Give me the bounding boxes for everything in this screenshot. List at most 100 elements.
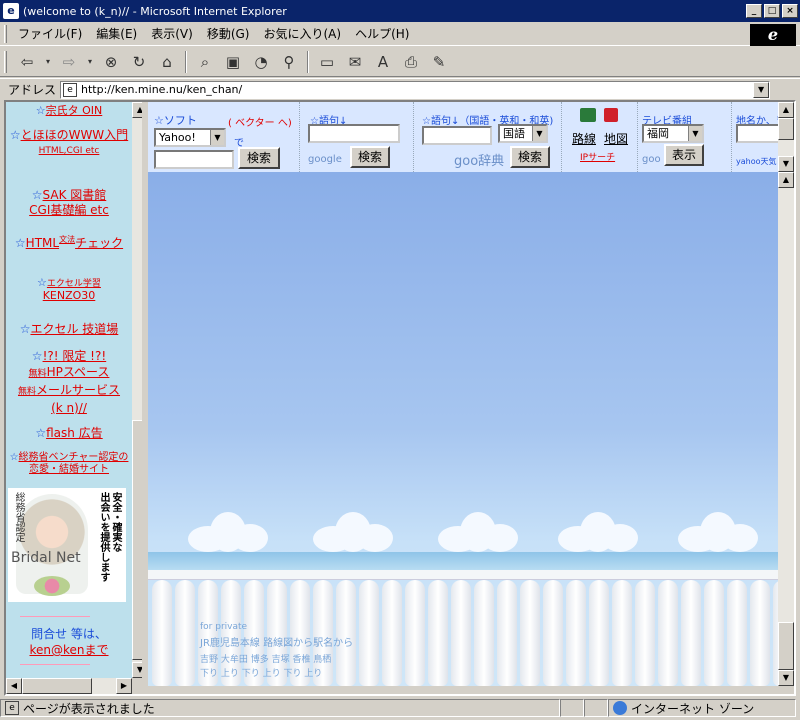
sidebar-item[interactable]: ☆とほほのWWW入門 HTML,CGI etc (6, 128, 132, 158)
sidebar-item[interactable]: ☆flash 広告 (6, 424, 132, 441)
sidebar-link[interactable]: !?! 限定 !?! (43, 349, 107, 363)
soft-search-button[interactable]: 検索 (238, 147, 280, 169)
forward-dropdown-icon[interactable]: ▾ (85, 50, 95, 74)
search-bar-frame: ☆ソフト ( ベクター へ) Yahoo! ▼ で 検索 ☆語句↓ google … (148, 102, 778, 172)
minimize-button[interactable]: _ (746, 4, 762, 18)
left-frame-hscrollbar[interactable]: ◀ ▶ (6, 678, 132, 694)
menu-view[interactable]: 表示(V) (144, 25, 200, 42)
sidebar-item[interactable]: ☆エクセル学習 KENZO30 (6, 277, 132, 302)
sidebar-sublink[interactable]: HTML,CGI etc (39, 146, 100, 156)
scroll-track[interactable] (92, 678, 116, 694)
main-frame-vscrollbar[interactable]: ▲ ▼ (778, 172, 794, 686)
map-link[interactable]: 地図 (604, 130, 628, 147)
google-search-input[interactable] (308, 124, 400, 143)
sidebar-link[interactable]: 恋愛・結婚サイト (29, 464, 109, 475)
address-url[interactable]: http://ken.mine.nu/ken_chan/ (81, 83, 242, 96)
menu-go[interactable]: 移動(G) (200, 25, 257, 42)
sidebar-link[interactable]: SAK 図書館 (43, 188, 107, 202)
footer-link[interactable]: JR鹿児島本線 路線図から駅名から (200, 634, 353, 649)
edit-icon[interactable]: ✎ (427, 50, 451, 74)
menu-help[interactable]: ヘルプ(H) (348, 25, 416, 42)
footer-stations[interactable]: 吉野 大牟田 博多 吉塚 香椎 鳥栖 (200, 652, 331, 665)
refresh-icon[interactable]: ↻ (127, 50, 151, 74)
dropdown-arrow-icon[interactable]: ▼ (532, 126, 546, 141)
sidebar-item[interactable]: ☆SAK 図書館 CGI基礎編 etc (6, 188, 132, 218)
google-search-button[interactable]: 検索 (350, 146, 390, 168)
sidebar-link[interactable]: チェック (75, 236, 123, 250)
sidebar-link[interactable]: KENZO30 (43, 289, 96, 302)
back-icon[interactable]: ⇦ (15, 50, 39, 74)
train-icon[interactable] (580, 108, 596, 122)
close-button[interactable]: × (782, 4, 798, 18)
baluster (589, 580, 609, 686)
sidebar-link[interactable]: とほほのWWW入門 (21, 128, 129, 142)
sidebar-link[interactable]: 宗氏タ OIN (46, 104, 103, 117)
fullscreen-icon[interactable]: ▭ (315, 50, 339, 74)
home-icon[interactable]: ⌂ (155, 50, 179, 74)
scroll-thumb[interactable] (778, 118, 794, 140)
sidebar-item[interactable]: ☆エクセル 技道場 (6, 320, 132, 337)
sidebar-small[interactable]: エクセル学習 (47, 279, 101, 289)
dropdown-arrow-icon[interactable]: ▼ (210, 130, 224, 145)
baluster (704, 580, 724, 686)
fonts-icon[interactable]: A (371, 50, 395, 74)
menu-edit[interactable]: 編集(E) (89, 25, 144, 42)
route-link[interactable]: 路線 (572, 130, 596, 147)
scroll-left-icon[interactable]: ◀ (6, 678, 22, 694)
dictionary-search-button[interactable]: 検索 (510, 146, 550, 168)
sidebar-link[interactable]: HTML (26, 236, 59, 250)
sidebar-item[interactable]: ☆総務省ベンチャー認定の 恋愛・結婚サイト (6, 452, 132, 476)
sidebar-sup[interactable]: 文法 (59, 235, 75, 244)
sidebar-link[interactable]: エクセル 技道場 (30, 322, 118, 336)
sidebar-item[interactable]: ☆HTML文法チェック (6, 232, 132, 251)
weather-input[interactable] (736, 124, 778, 143)
scroll-down-icon[interactable]: ▼ (778, 156, 794, 172)
menu-file[interactable]: ファイル(F) (11, 25, 89, 42)
bridal-net-banner[interactable]: 総務省認定 安全・確実な 出会いを提供します Bridal Net (8, 488, 126, 602)
sidebar-sublink[interactable]: CGI基礎編 etc (29, 203, 109, 217)
dropdown-arrow-icon[interactable]: ▼ (688, 126, 702, 141)
mail-icon[interactable]: ✉ (343, 50, 367, 74)
search-frame-vscrollbar[interactable]: ▲ ▼ (778, 102, 794, 172)
soft-search-input[interactable] (154, 150, 234, 169)
maximize-button[interactable]: □ (764, 4, 780, 18)
dictionary-select[interactable]: 国語 ▼ (498, 124, 548, 143)
ip-search-link[interactable]: IPサーチ (580, 150, 615, 163)
scroll-down-icon[interactable]: ▼ (778, 670, 794, 686)
footer-directions[interactable]: 下り 上り 下り 上り 下り 上り (200, 666, 322, 679)
scroll-thumb[interactable] (778, 622, 794, 670)
sidebar-small[interactable]: 総務省ベンチャー認定の (19, 452, 129, 463)
sidebar-link[interactable]: メールサービス (36, 383, 120, 397)
scroll-up-icon[interactable]: ▲ (778, 102, 794, 118)
sidebar-link[interactable]: (k n)// (51, 401, 87, 415)
sidebar-item[interactable]: ☆!?! 限定 !?! 無料HPスペース 無料メールサービス (k n)// (6, 348, 132, 416)
vector-link[interactable]: ( ベクター へ) (228, 114, 292, 129)
address-input[interactable]: e http://ken.mine.nu/ken_chan/ ▼ (60, 80, 771, 99)
contact-email-link[interactable]: ken@kenまで (29, 643, 108, 657)
history-icon[interactable]: ◔ (249, 50, 273, 74)
scroll-thumb[interactable] (22, 678, 92, 694)
scroll-up-icon[interactable]: ▲ (778, 172, 794, 188)
baluster (336, 580, 356, 686)
scroll-track[interactable] (778, 188, 794, 622)
print-icon[interactable]: ⎙ (399, 50, 423, 74)
address-dropdown-icon[interactable]: ▼ (753, 81, 770, 98)
menu-favorites[interactable]: お気に入り(A) (256, 25, 348, 42)
sidebar-item[interactable]: ☆宗氏タ OIN (6, 102, 132, 118)
stop-icon[interactable]: ⊗ (99, 50, 123, 74)
dictionary-input[interactable] (422, 126, 492, 145)
weather-panel: 地名か、〒↓ yahoo天気 (734, 102, 778, 172)
back-dropdown-icon[interactable]: ▾ (43, 50, 53, 74)
map-pin-icon[interactable] (604, 108, 618, 122)
tv-show-button[interactable]: 表示 (664, 144, 704, 166)
search-icon[interactable]: ⌕ (193, 50, 217, 74)
sidebar-link[interactable]: HPスペース (47, 365, 110, 379)
sidebar-link[interactable]: flash 広告 (46, 426, 103, 440)
channels-icon[interactable]: ⚲ (277, 50, 301, 74)
scroll-right-icon[interactable]: ▶ (116, 678, 132, 694)
favorites-icon[interactable]: ▣ (221, 50, 245, 74)
forward-icon[interactable]: ⇨ (57, 50, 81, 74)
engine-select[interactable]: Yahoo! ▼ (154, 128, 226, 147)
free-badge: 無料 (28, 369, 47, 379)
region-select[interactable]: 福岡 ▼ (642, 124, 704, 143)
